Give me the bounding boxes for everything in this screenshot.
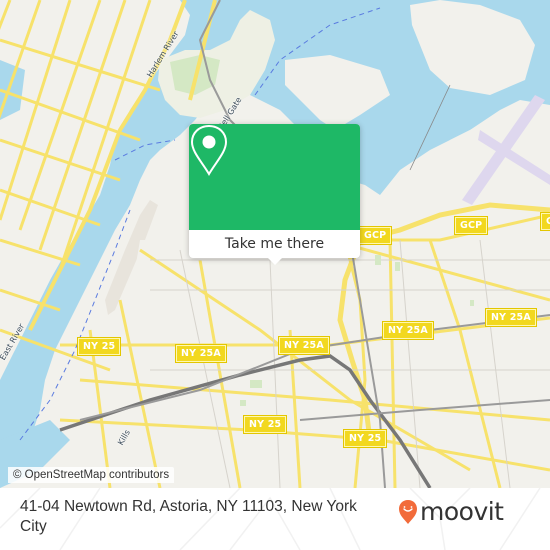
- route-shield-gcp: GCP: [357, 226, 393, 245]
- popup-pointer: [268, 258, 282, 265]
- route-shield-ny25a: NY 25A: [485, 308, 537, 327]
- route-shield-ny25: NY 25: [76, 337, 122, 356]
- take-me-there-button[interactable]: Take me there: [189, 230, 360, 258]
- route-shield-ny25a: NY 25A: [382, 321, 434, 340]
- moovit-logo[interactable]: moovit: [398, 498, 504, 526]
- route-shield-gcp: GCP: [453, 216, 489, 235]
- route-shield-ny25a: NY 25A: [278, 336, 330, 355]
- map[interactable]: Harlem River Hell Gate East River Kills …: [0, 0, 550, 488]
- route-shield-ny25a: NY 25A: [175, 344, 227, 363]
- location-pin-icon: [190, 124, 228, 176]
- address-text: 41-04 Newtown Rd, Astoria, NY 11103, New…: [20, 498, 357, 535]
- map-attribution[interactable]: © OpenStreetMap contributors: [8, 467, 175, 483]
- popup-header: [189, 124, 360, 230]
- moovit-wordmark: moovit: [420, 497, 504, 526]
- moovit-pin-icon: [399, 500, 417, 524]
- footer: 41-04 Newtown Rd, Astoria, NY 11103, New…: [0, 488, 550, 550]
- location-popup: Take me there: [189, 124, 360, 265]
- route-shield-ny25: NY 25: [342, 429, 388, 448]
- route-shield-ny25: NY 25: [242, 415, 288, 434]
- route-shield-gcp: G: [540, 212, 550, 231]
